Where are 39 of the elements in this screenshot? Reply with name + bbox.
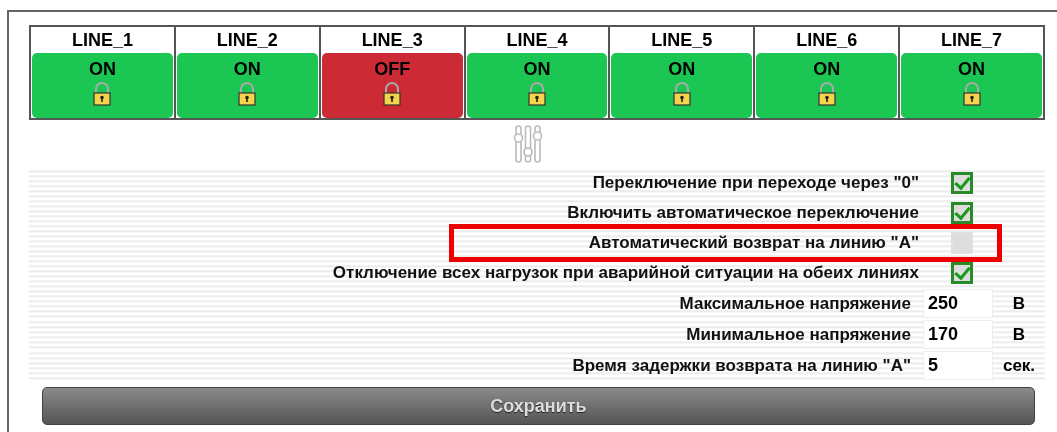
setting-label: Включить автоматическое переключение bbox=[566, 204, 920, 222]
line-name: LINE_5 bbox=[650, 29, 714, 52]
checkbox[interactable] bbox=[951, 262, 973, 284]
padlock-icon bbox=[961, 82, 982, 106]
line-status-button[interactable]: ON bbox=[32, 53, 173, 118]
unit-label: В bbox=[1012, 293, 1026, 313]
setting-label: Переключение при переходе через "0" bbox=[591, 174, 920, 192]
setting-label: Автоматический возврат на линию "A" bbox=[587, 234, 920, 252]
number-field[interactable]: 250 bbox=[923, 289, 993, 318]
line-status-button[interactable]: ON bbox=[901, 53, 1042, 118]
save-button[interactable]: Сохранить bbox=[42, 387, 1035, 425]
line-name: LINE_6 bbox=[795, 29, 859, 52]
checkbox[interactable] bbox=[951, 172, 973, 194]
number-field[interactable]: 5 bbox=[923, 351, 993, 380]
line-name: LINE_3 bbox=[360, 29, 424, 52]
sliders-icon bbox=[513, 124, 543, 164]
line-status-button[interactable]: ON bbox=[756, 53, 898, 118]
padlock-icon bbox=[527, 82, 547, 106]
line-status-button[interactable]: ON bbox=[176, 53, 318, 118]
padlock-icon bbox=[237, 82, 258, 106]
padlock-icon bbox=[671, 82, 692, 106]
unit-label: сек. bbox=[1002, 355, 1036, 375]
setting-label: Время задержки возврата на линию "A" bbox=[571, 356, 912, 375]
line-status-button[interactable]: ON bbox=[611, 53, 753, 118]
line-status-button[interactable]: ON bbox=[466, 53, 608, 118]
line-name: LINE_7 bbox=[940, 29, 1004, 52]
line-status-button[interactable]: OFF bbox=[321, 53, 463, 118]
padlock-icon bbox=[382, 82, 403, 106]
setting-label: Максимальное напряжение bbox=[678, 294, 912, 313]
line-name: LINE_1 bbox=[70, 29, 134, 52]
checkbox[interactable] bbox=[951, 202, 973, 224]
setting-label: Отключение всех нагрузок при аварийной ситуации на обеих линиях bbox=[331, 264, 920, 282]
padlock-icon bbox=[816, 82, 837, 106]
line-name: LINE_2 bbox=[215, 29, 279, 52]
line-name: LINE_4 bbox=[505, 29, 569, 52]
setting-label: Минимальное напряжение bbox=[685, 325, 912, 344]
padlock-icon bbox=[92, 82, 113, 106]
unit-label: В bbox=[1012, 324, 1026, 344]
number-field[interactable]: 170 bbox=[923, 320, 993, 349]
